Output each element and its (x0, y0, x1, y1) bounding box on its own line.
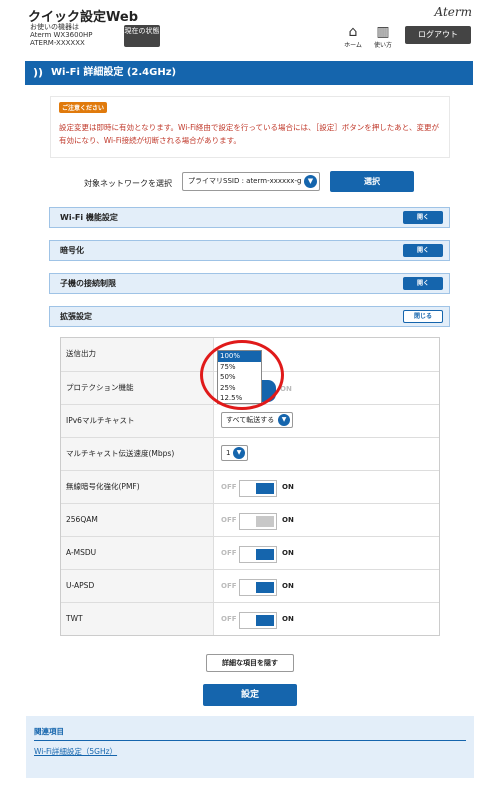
chevron-down-icon: ▼ (233, 447, 245, 459)
section-title: 子機の接続制限 (60, 279, 116, 288)
table-row: TWT OFF ON (61, 602, 439, 635)
off-label: OFF (221, 615, 237, 623)
related-items: 関連項目 Wi-Fi詳細設定（5GHz） (26, 716, 474, 778)
home-button[interactable]: ⌂ ホーム (338, 24, 368, 49)
notice-text: 設定変更は即時に有効となります。Wi-Fi経由で設定を行っている場合には、［設定… (59, 123, 439, 145)
open-button[interactable]: 開く (403, 244, 443, 257)
close-button[interactable]: 閉じる (403, 310, 443, 323)
page-title: Wi-Fi 詳細設定 (2.4GHz) (51, 67, 177, 78)
multicast-rate-value: 1 (226, 449, 231, 457)
home-label: ホーム (344, 42, 362, 49)
chevron-down-icon: ▼ (278, 414, 290, 426)
off-label: OFF (221, 549, 237, 557)
page-title-bar: )) Wi-Fi 詳細設定 (2.4GHz) (25, 61, 473, 85)
open-button[interactable]: 開く (403, 277, 443, 290)
amsdu-toggle[interactable]: OFF ON (221, 546, 321, 564)
section-encryption[interactable]: 暗号化 開く (49, 240, 450, 261)
qam256-toggle[interactable]: OFF ON (221, 513, 321, 531)
twt-toggle[interactable]: OFF ON (221, 612, 321, 630)
related-title: 関連項目 (34, 727, 64, 736)
ipv6-multicast-select[interactable]: すべて転送する ▼ (221, 412, 293, 428)
pmf-label: 無線暗号化強化(PMF) (61, 471, 214, 503)
toggle-knob (256, 615, 274, 626)
wifi-icon: )) (33, 66, 44, 79)
notice-box: ご注意ください 設定変更は即時に有効となります。Wi-Fi経由で設定を行っている… (50, 96, 450, 158)
logout-button[interactable]: ログアウト (405, 26, 471, 44)
open-button[interactable]: 開く (403, 211, 443, 224)
select-network-button[interactable]: 選択 (330, 171, 414, 192)
set-button[interactable]: 設定 (203, 684, 297, 706)
brand-logo: Aterm (434, 5, 473, 19)
current-status-button[interactable]: 現在の状態 (124, 25, 160, 47)
amsdu-label: A-MSDU (61, 537, 214, 569)
section-extended[interactable]: 拡張設定 閉じる (49, 306, 450, 327)
multicast-rate-label: マルチキャスト伝送速度(Mbps) (61, 438, 214, 470)
toggle-knob (256, 483, 274, 494)
toggle-switch[interactable] (239, 546, 277, 563)
table-row: 256QAM OFF ON (61, 503, 439, 536)
tx-power-label: 送信出力 (61, 338, 214, 371)
header: クイック設定Web お使いの機器は Aterm WX3600HP ATERM-X… (0, 0, 500, 52)
toggle-knob (256, 549, 274, 560)
toggle-knob (256, 516, 274, 527)
section-client-restriction[interactable]: 子機の接続制限 開く (49, 273, 450, 294)
toggle-knob (256, 582, 274, 593)
device-line-2: Aterm WX3600HP (30, 31, 93, 39)
on-label: ON (282, 549, 294, 557)
related-link-5ghz[interactable]: Wi-Fi詳細設定（5GHz） (34, 746, 117, 757)
toggle-switch[interactable] (239, 612, 277, 629)
off-label: OFF (221, 516, 237, 524)
divider (34, 740, 466, 741)
off-label: OFF (221, 582, 237, 590)
help-label: 使い方 (373, 42, 392, 49)
off-label: OFF (221, 483, 237, 491)
network-select[interactable]: プライマリSSID : aterm-xxxxxx-g ▼ (182, 172, 320, 191)
network-select-value: プライマリSSID : aterm-xxxxxx-g (188, 177, 302, 185)
device-info: お使いの機器は Aterm WX3600HP ATERM-XXXXXX (30, 23, 93, 47)
network-label: 対象ネットワークを選択 (84, 179, 172, 188)
multicast-rate-select[interactable]: 1 ▼ (221, 445, 248, 461)
qam256-label: 256QAM (61, 504, 214, 536)
table-row: U-APSD OFF ON (61, 569, 439, 602)
on-label: ON (282, 516, 294, 524)
device-line-3: ATERM-XXXXXX (30, 39, 85, 47)
uapsd-toggle[interactable]: OFF ON (221, 579, 321, 597)
table-row: 無線暗号化強化(PMF) OFF ON (61, 470, 439, 503)
protection-label: プロテクション機能 (61, 372, 214, 404)
on-label: ON (282, 483, 294, 491)
section-title: 暗号化 (60, 246, 84, 255)
uapsd-label: U-APSD (61, 570, 214, 602)
help-button[interactable]: ▥ 使い方 (368, 24, 398, 49)
on-label: ON (282, 615, 294, 623)
section-title: Wi-Fi 機能設定 (60, 213, 118, 222)
toggle-switch[interactable] (239, 579, 277, 596)
toggle-switch[interactable] (239, 480, 277, 497)
section-title: 拡張設定 (60, 312, 92, 321)
table-row: A-MSDU OFF ON (61, 536, 439, 569)
ipv6-multicast-value: すべて転送する (226, 416, 275, 424)
pmf-toggle[interactable]: OFF ON (221, 480, 321, 498)
device-line-1: お使いの機器は (30, 23, 79, 31)
highlight-circle (200, 340, 284, 410)
section-wifi-function[interactable]: Wi-Fi 機能設定 開く (49, 207, 450, 228)
hide-details-button[interactable]: 詳細な項目を隠す (206, 654, 294, 672)
home-icon: ⌂ (348, 24, 358, 40)
on-label: ON (282, 582, 294, 590)
toggle-switch[interactable] (239, 513, 277, 530)
book-icon: ▥ (376, 24, 390, 40)
ipv6-multicast-label: IPv6マルチキャスト (61, 405, 214, 437)
table-row: マルチキャスト伝送速度(Mbps) 1 ▼ (61, 437, 439, 470)
twt-label: TWT (61, 603, 214, 635)
chevron-down-icon: ▼ (304, 175, 317, 188)
notice-badge: ご注意ください (59, 102, 108, 113)
